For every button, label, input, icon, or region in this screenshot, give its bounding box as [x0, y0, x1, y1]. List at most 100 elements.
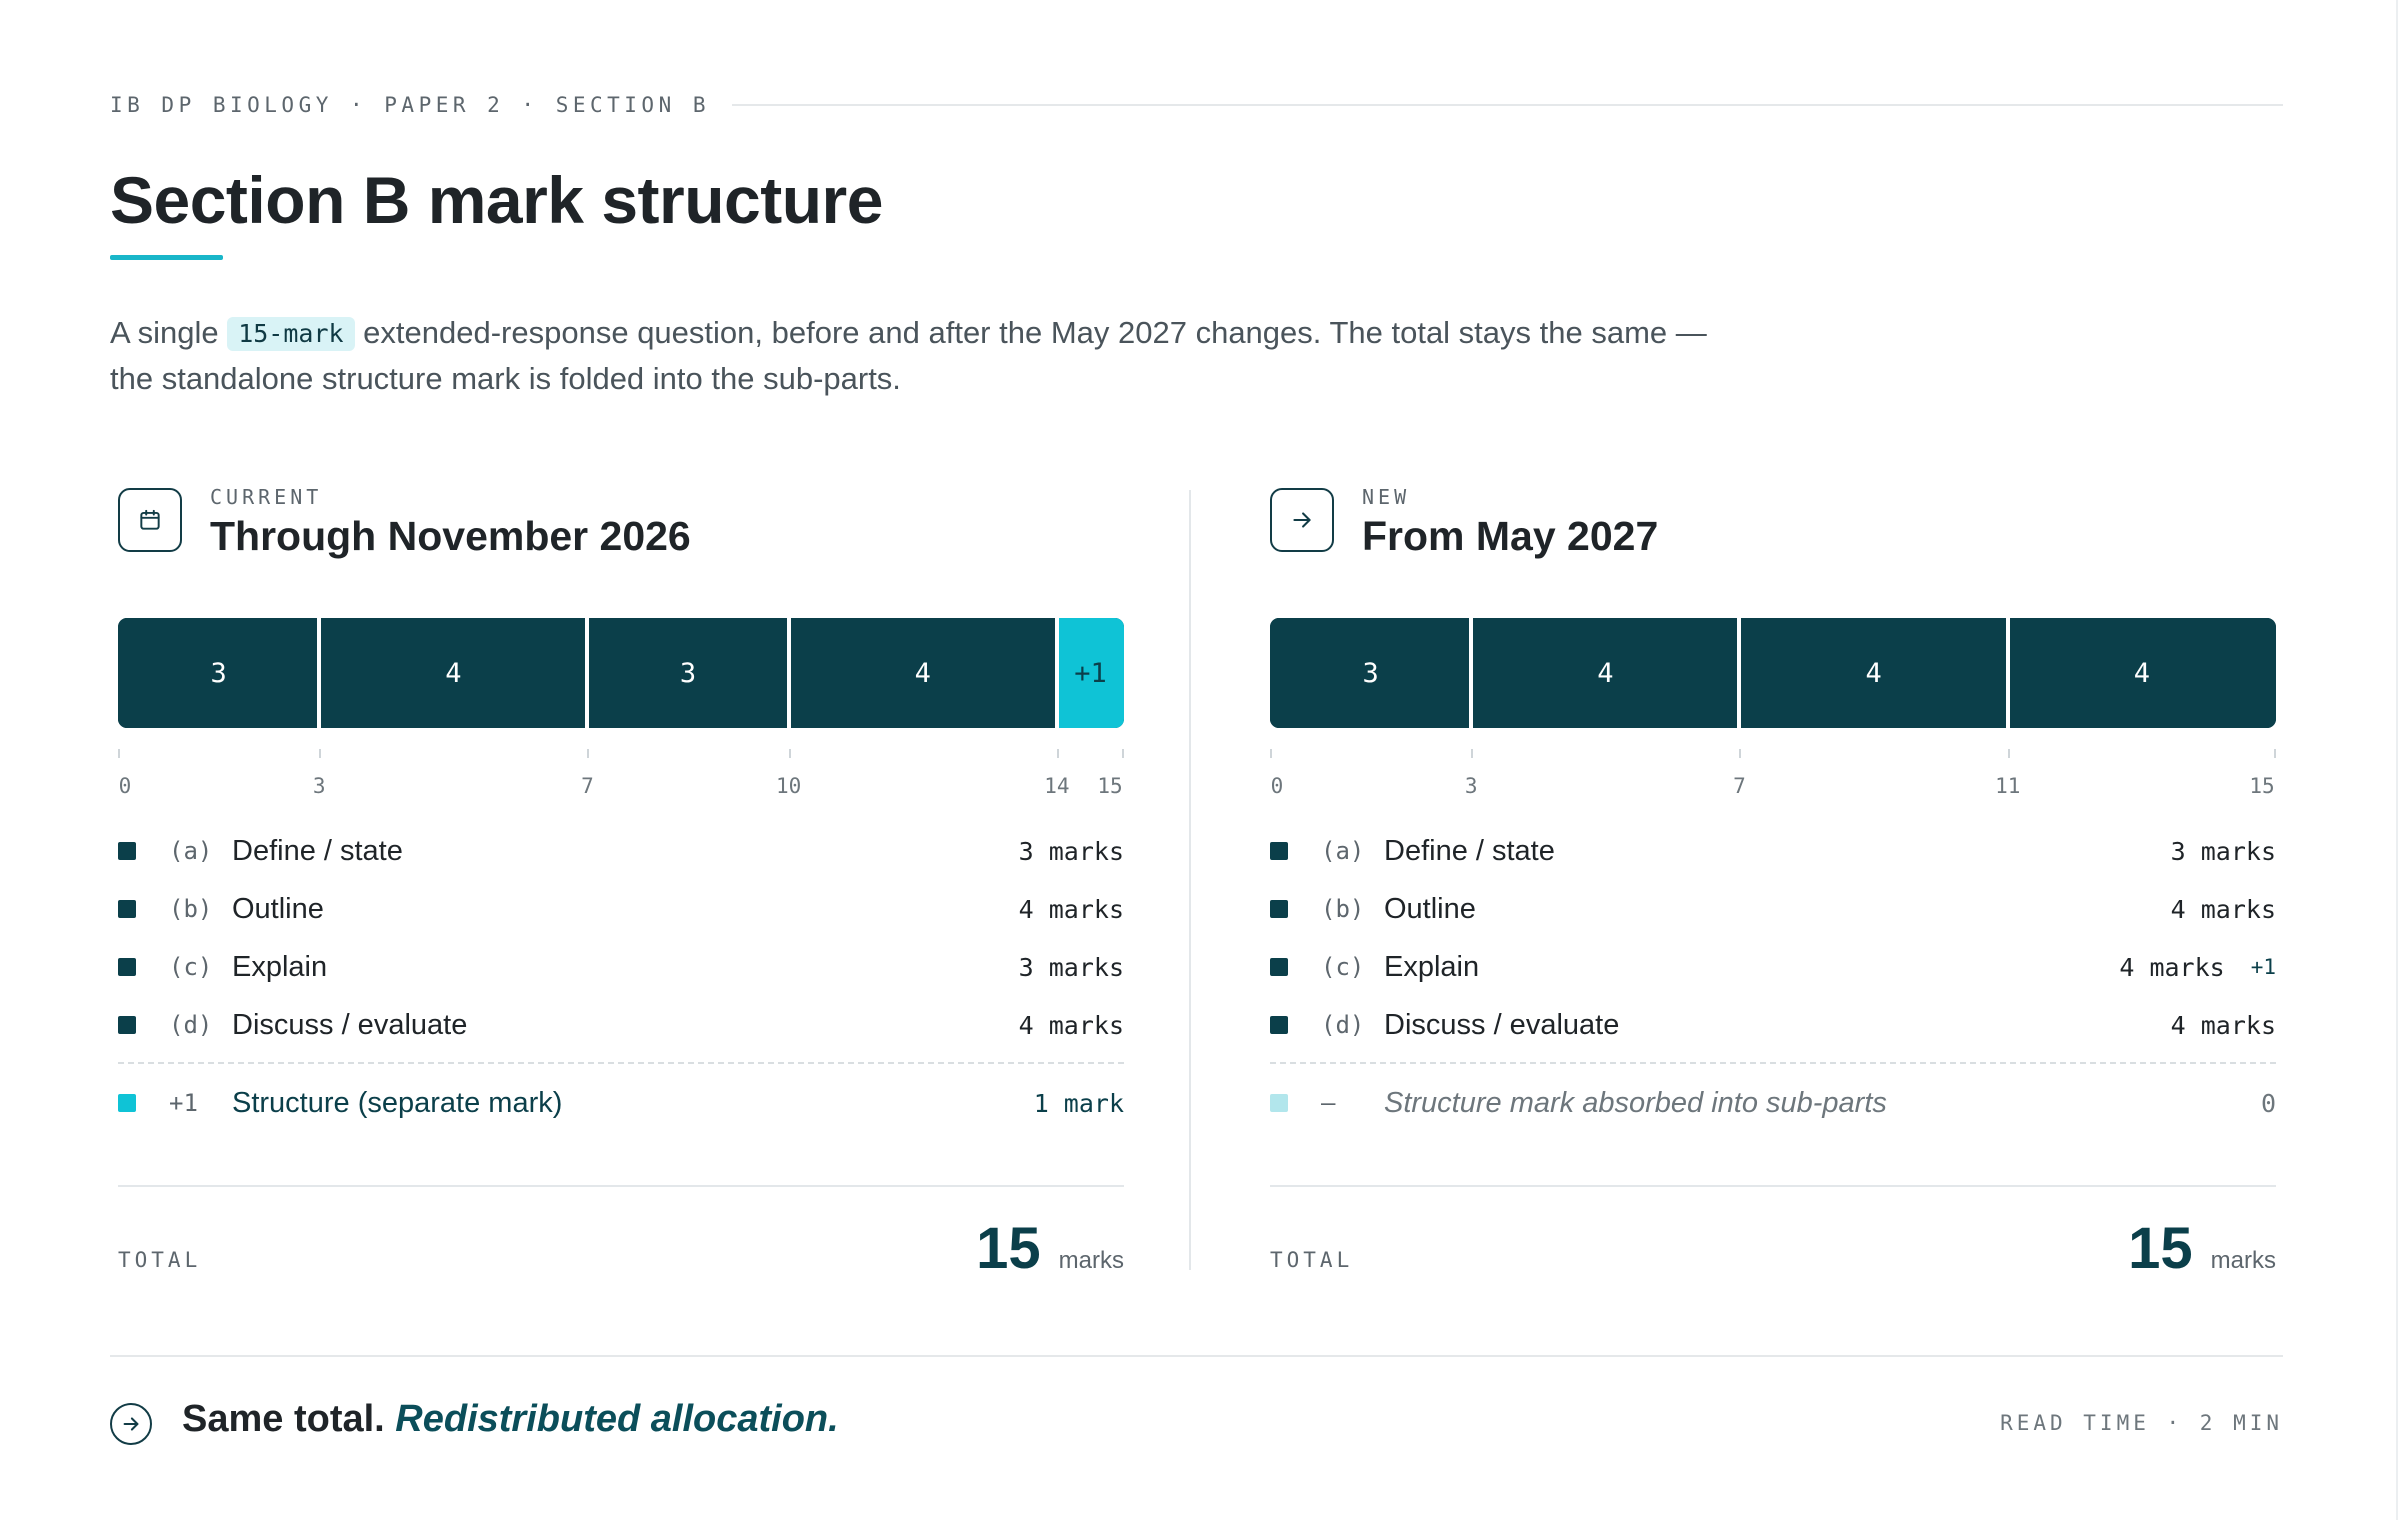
item-code: (a) [1321, 837, 1365, 865]
legend-swatch [1270, 1016, 1288, 1034]
bar-segment: 3 [118, 618, 320, 728]
axis-new: 0 3 7 11 15 [1270, 749, 2276, 799]
structure-mark-row: +1 Structure (separate mark) 1 mark [118, 1068, 1124, 1138]
segment-separator [317, 618, 322, 728]
item-value: 4 marks [2170, 1010, 2276, 1040]
item-list-current: (a) Define / state 3 marks (b) Outline 4… [118, 822, 1124, 1138]
segment-separator [1054, 618, 1059, 728]
total-number: 15 [2128, 1216, 2193, 1281]
item-label: Structure (separate mark) [232, 1086, 563, 1119]
eyebrow: IB DP BIOLOGY · PAPER 2 · SECTION B [110, 92, 2283, 118]
axis-tick [2274, 749, 2276, 758]
total-label: TOTAL [118, 1248, 202, 1272]
list-item: (b) Outline 4 marks [1270, 880, 2276, 938]
item-value: 1 mark [1033, 1088, 1124, 1118]
stacked-bar-new: 3444 [1270, 618, 2276, 728]
total-rule [1270, 1185, 2276, 1187]
page-title: Section B mark structure [110, 163, 883, 237]
legend-swatch [118, 842, 136, 860]
axis-current: 0 3 7 10 14 15 [118, 749, 1124, 799]
axis-tick-label: 7 [1733, 774, 1746, 798]
segment-separator [786, 618, 791, 728]
item-label: Define / state [232, 834, 403, 867]
legend-swatch [1270, 900, 1288, 918]
item-value: 4 marks [1018, 1010, 1124, 1040]
panel-current: CURRENT Through November 2026 3 4 3 4 +1 037… [118, 485, 1124, 1281]
item-code: (b) [169, 895, 213, 923]
segment-separator [2005, 618, 2010, 728]
axis-tick-label: 15 [2249, 774, 2275, 798]
item-code: (d) [1321, 1011, 1365, 1039]
axis-tick [1122, 749, 1124, 758]
arrow-right-icon [1270, 488, 1334, 552]
item-list-new: (a) Define / state 3 marks (b) Outline 4… [1270, 822, 2276, 1138]
item-value: 3 marks [1018, 952, 1124, 982]
item-label: Outline [232, 892, 324, 925]
axis-tick [1056, 749, 1059, 758]
footer-rule [110, 1355, 2283, 1357]
panel-kicker: NEW [1362, 485, 1411, 509]
dashed-divider [1270, 1062, 2276, 1064]
axis-tick-label: 3 [312, 774, 326, 798]
list-item: (d) Discuss / evaluate 4 marks [118, 996, 1124, 1054]
total-value: 15 marks [976, 1215, 1124, 1282]
item-value: 4 marks [2119, 952, 2225, 982]
item-label: Discuss / evaluate [232, 1008, 468, 1041]
axis-tick-label: 7 [581, 774, 594, 798]
segment-separator [1737, 618, 1742, 728]
delta-badge: +1 [2250, 955, 2276, 979]
mark-chip: 15-mark [227, 317, 355, 351]
segment-separator [585, 618, 590, 728]
axis-tick [1270, 749, 1272, 758]
axis-tick [788, 749, 791, 758]
bar-segment: 3 [1270, 618, 1472, 728]
intro-before: A single [110, 315, 228, 350]
axis-tick-label: 10 [776, 774, 802, 798]
axis-tick [1471, 749, 1474, 758]
item-code: – [1321, 1089, 1336, 1117]
legend-swatch [1270, 958, 1288, 976]
bar-segment: 3 [587, 618, 789, 728]
item-label: Explain [1384, 950, 1480, 983]
panel-new: NEW From May 2027 3444 0 3 7 11 15 (a) Defin… [1270, 485, 2276, 1281]
total-label: TOTAL [1270, 1248, 1354, 1272]
panel-title: Through November 2026 [210, 513, 691, 559]
axis-tick-label: 11 [1995, 774, 2021, 798]
list-item: (c) Explain 4 marks +1 [1270, 938, 2276, 996]
item-label: Explain [232, 950, 328, 983]
footer-summary: Same total. Redistributed allocation. [182, 1398, 839, 1441]
axis-tick-label: 3 [1464, 774, 1478, 798]
eyebrow-text: IB DP BIOLOGY · PAPER 2 · SECTION B [110, 93, 711, 117]
bar-segment: 4 [788, 618, 1057, 728]
legend-swatch [118, 958, 136, 976]
item-label: Discuss / evaluate [1384, 1008, 1620, 1041]
item-value: 0 [2260, 1088, 2276, 1118]
list-item: (a) Define / state 3 marks [118, 822, 1124, 880]
calendar-icon [118, 488, 182, 552]
structure-absorbed-row: – Structure mark absorbed into sub-parts… [1270, 1068, 2276, 1138]
item-value: 4 marks [1018, 894, 1124, 924]
total-unit: marks [2210, 1247, 2276, 1274]
panel-title: From May 2027 [1362, 513, 1659, 559]
list-item: (b) Outline 4 marks [118, 880, 1124, 938]
total-rule [118, 1185, 1124, 1187]
axis-tick [587, 749, 590, 758]
bar-segment: 4 [2007, 618, 2276, 728]
read-time: READ TIME · 2 MIN [2000, 1411, 2283, 1435]
list-item: (d) Discuss / evaluate 4 marks [1270, 996, 2276, 1054]
bar-segment: +1 [1056, 618, 1124, 728]
footer-emphasis: Redistributed allocation. [395, 1398, 839, 1440]
item-value: 4 marks [2170, 894, 2276, 924]
item-code: (d) [169, 1011, 213, 1039]
axis-tick-label: 14 [1044, 774, 1070, 798]
list-item: (c) Explain 3 marks [118, 938, 1124, 996]
bar-segment: 4 [1739, 618, 2008, 728]
bar-segment: 4 [319, 618, 588, 728]
legend-swatch [1270, 842, 1288, 860]
item-code: +1 [169, 1089, 198, 1117]
axis-tick [1739, 749, 1742, 758]
bar-segment: 4 [1471, 618, 1740, 728]
arrow-circle-icon [110, 1403, 152, 1445]
item-code: (c) [1321, 953, 1365, 981]
stacked-bar-current: 3 4 3 4 +1 [118, 618, 1124, 728]
